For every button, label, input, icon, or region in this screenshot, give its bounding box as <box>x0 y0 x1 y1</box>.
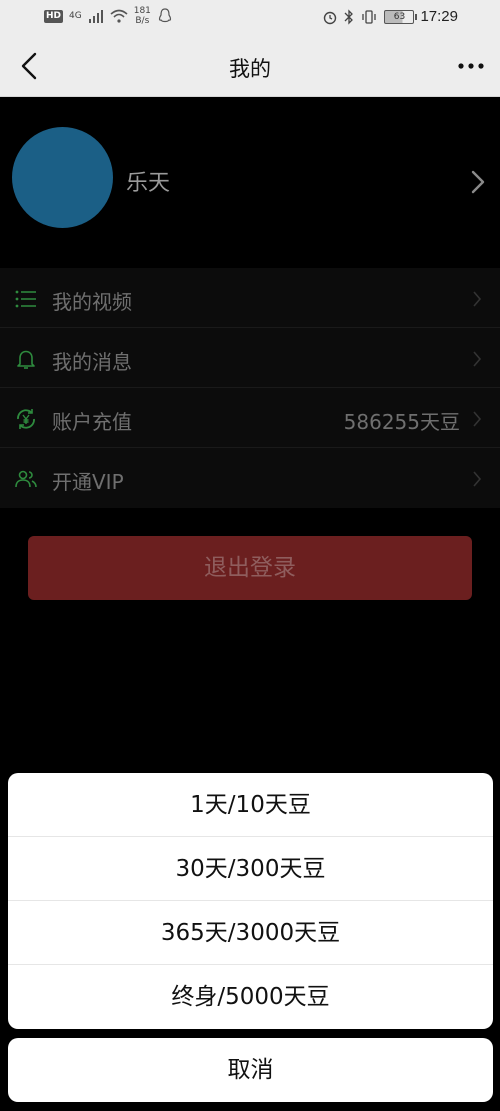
users-icon <box>15 470 37 488</box>
chevron-right-icon <box>473 471 482 487</box>
list-icon <box>15 290 36 308</box>
speed-unit: B/s <box>135 16 150 26</box>
menu-item-my-messages[interactable]: 我的消息 <box>0 328 500 388</box>
hd-badge: HD <box>44 9 64 23</box>
sheet-option-30-days[interactable]: 30天/300天豆 <box>8 837 493 901</box>
sheet-option-365-days[interactable]: 365天/3000天豆 <box>8 901 493 965</box>
chevron-right-icon <box>473 291 482 307</box>
chevron-right-icon <box>473 351 482 367</box>
more-options-icon[interactable] <box>456 50 486 82</box>
menu-item-label: 我的视频 <box>52 290 132 314</box>
clock: 17:29 <box>420 8 458 25</box>
signal-icon <box>88 10 103 23</box>
nav-bar: 我的 <box>0 36 500 97</box>
menu-item-label: 开通VIP <box>52 470 124 494</box>
sheet-option-1-day[interactable]: 1天/10天豆 <box>8 773 493 837</box>
menu-item-account-recharge[interactable]: 账户充值 586255天豆 <box>0 388 500 448</box>
menu-item-open-vip[interactable]: 开通VIP <box>0 448 500 508</box>
qq-icon <box>158 8 172 23</box>
bell-icon <box>17 350 35 369</box>
wifi-icon <box>110 9 128 23</box>
status-bar: HD 4G 181 B/s 63 17:29 <box>0 0 500 36</box>
username: 乐天 <box>126 171 171 196</box>
status-right: 63 17:29 <box>322 8 458 25</box>
alarm-icon <box>324 11 337 24</box>
menu-item-label: 账户充值 <box>52 410 132 434</box>
chevron-right-icon <box>471 170 485 194</box>
menu-item-label: 我的消息 <box>52 350 132 374</box>
speed-value: 181 <box>133 6 151 16</box>
sheet-option-lifetime[interactable]: 终身/5000天豆 <box>8 965 493 1029</box>
balance-value: 586255天豆 <box>343 410 460 434</box>
bluetooth-icon <box>344 8 354 25</box>
logout-button[interactable]: 退出登录 <box>28 536 472 600</box>
chevron-right-icon <box>473 411 482 427</box>
profile-header[interactable]: 乐天 <box>0 97 500 268</box>
menu-item-my-videos[interactable]: 我的视频 <box>0 268 500 328</box>
yen-recharge-icon <box>17 409 35 429</box>
network-type: 4G <box>69 11 82 21</box>
cancel-button[interactable]: 取消 <box>8 1038 493 1102</box>
battery-icon: 63 <box>384 9 418 24</box>
status-left: HD 4G 181 B/s <box>44 6 173 26</box>
vibrate-icon <box>362 9 377 24</box>
avatar[interactable] <box>12 127 113 228</box>
page-title: 我的 <box>229 57 271 81</box>
action-sheet: 1天/10天豆 30天/300天豆 365天/3000天豆 终身/5000天豆 <box>8 773 493 1029</box>
settings-menu: 我的视频 我的消息 账户充值 586255天豆 开通VIP <box>0 268 500 508</box>
network-speed: 181 B/s <box>134 6 151 26</box>
